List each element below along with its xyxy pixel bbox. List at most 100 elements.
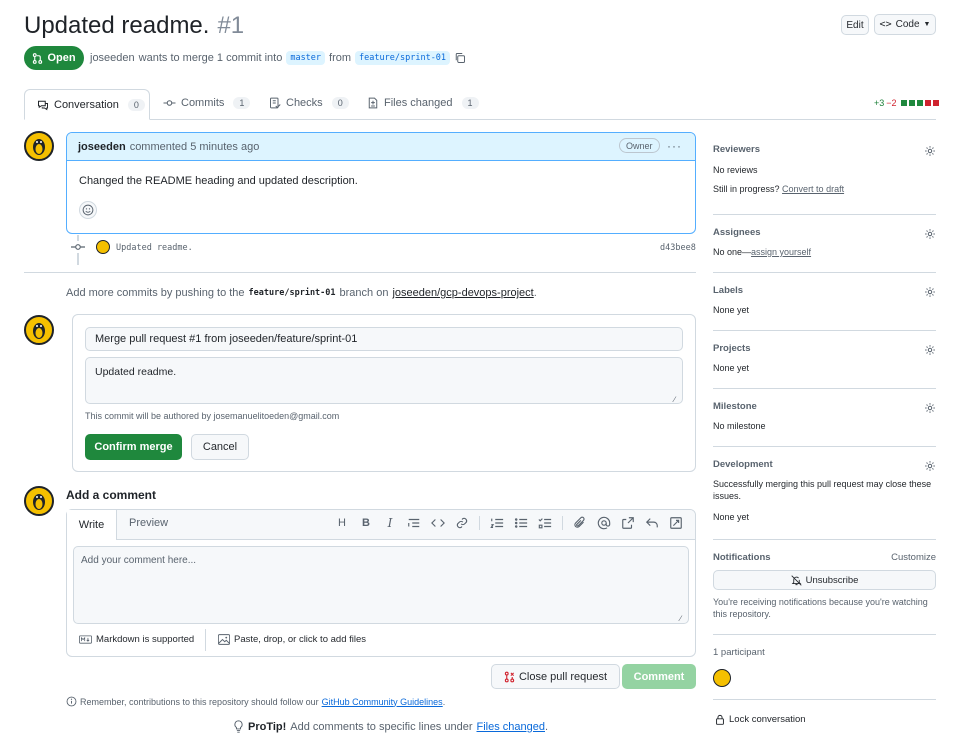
link-icon[interactable] (455, 516, 469, 530)
pr-from-text: from (329, 52, 352, 64)
protip-suffix: . (545, 720, 549, 733)
conversation-icon (38, 100, 48, 110)
pr-author-link[interactable]: joseeden (90, 52, 135, 64)
commit-icon (163, 100, 176, 106)
commit-avatar[interactable] (96, 240, 110, 254)
tab-files-changed[interactable]: Files changed 1 (367, 97, 479, 109)
resize-handle-icon[interactable]: ∕ (680, 614, 681, 623)
guidelines-link[interactable]: GitHub Community Guidelines (322, 697, 443, 707)
copy-icon[interactable] (454, 52, 466, 64)
avatar[interactable] (24, 315, 54, 345)
merge-title-input[interactable]: Merge pull request #1 from joseeden/feat… (85, 327, 683, 351)
pr-merge-text: wants to merge 1 commit into (138, 52, 283, 64)
pr-number: #1 (217, 12, 245, 39)
base-branch[interactable]: master (286, 51, 326, 65)
guidelines-note: Remember, contributions to this reposito… (66, 696, 445, 707)
comment-author[interactable]: joseeden (78, 141, 126, 153)
tab-conversation[interactable]: Conversation 0 (24, 89, 150, 120)
comment-button-label: Comment (633, 670, 685, 683)
markdown-note[interactable]: Markdown is supported (79, 634, 194, 645)
reviewers-title[interactable]: Reviewers (713, 144, 936, 155)
unsubscribe-button[interactable]: Unsubscribe (713, 570, 936, 590)
code-icon[interactable] (431, 516, 445, 530)
milestone-title[interactable]: Milestone (713, 401, 936, 412)
development-text: Successfully merging this pull request m… (713, 479, 932, 501)
task-list-icon[interactable] (538, 516, 552, 530)
add-reaction-button[interactable] (79, 201, 97, 219)
commit-sha[interactable]: d43bee8 (660, 243, 696, 253)
italic-icon[interactable]: I (383, 516, 397, 530)
lock-conversation[interactable]: Lock conversation (715, 714, 806, 725)
unordered-list-icon[interactable] (514, 516, 528, 530)
resize-handle-icon[interactable]: ∕ (674, 395, 675, 404)
gear-icon[interactable] (924, 286, 936, 298)
unsubscribe-label: Unsubscribe (805, 574, 859, 586)
head-branch[interactable]: feature/sprint-01 (355, 51, 451, 65)
commit-message[interactable]: Updated readme. (116, 243, 193, 253)
mention-icon[interactable] (597, 516, 611, 530)
timeline-divider (24, 272, 696, 273)
participants-title: 1 participant (713, 647, 765, 658)
comment-button[interactable]: Comment (622, 664, 696, 689)
guidelines-suffix: . (442, 696, 446, 707)
development-title[interactable]: Development (713, 459, 936, 470)
push-hint: Add more commits by pushing to the featu… (66, 287, 537, 299)
tux-icon (33, 494, 45, 510)
diffstat: +3 −2 (874, 98, 939, 108)
cancel-button-label: Cancel (202, 441, 238, 453)
gear-icon[interactable] (924, 145, 936, 157)
fullscreen-icon[interactable] (669, 516, 683, 530)
confirm-merge-button[interactable]: Confirm merge (85, 434, 182, 460)
tab-preview[interactable]: Preview (129, 517, 168, 529)
diffstat-deletions: −2 (886, 98, 897, 108)
participant-avatar[interactable] (713, 669, 731, 687)
convert-to-draft-link[interactable]: Convert to draft (782, 184, 844, 194)
comment-timestamp[interactable]: commented 5 minutes ago (130, 141, 260, 153)
assign-yourself-link[interactable]: assign yourself (751, 247, 811, 257)
gear-icon[interactable] (924, 228, 936, 240)
avatar[interactable] (24, 486, 54, 516)
heading-icon[interactable]: H (335, 517, 349, 529)
cross-reference-icon[interactable] (621, 516, 635, 530)
milestone-value: No milestone (713, 421, 766, 431)
tab-checks[interactable]: Checks 0 (269, 97, 349, 109)
paperclip-icon[interactable] (573, 516, 587, 530)
sidebar-labels: Labels None yet (713, 285, 936, 331)
tab-checks-count: 0 (331, 97, 349, 109)
kebab-menu-icon[interactable]: ··· (667, 139, 682, 153)
owner-badge: Owner (619, 138, 660, 153)
edit-button[interactable]: Edit (841, 15, 869, 35)
close-pull-request-button[interactable]: Close pull request (491, 664, 620, 689)
gear-icon[interactable] (924, 460, 936, 472)
customize-link[interactable]: Customize (891, 552, 936, 563)
commit-icon (71, 244, 85, 250)
bold-icon[interactable]: B (359, 517, 373, 529)
numbered-list-icon[interactable] (490, 516, 504, 530)
commit-node (70, 241, 86, 253)
tab-commits[interactable]: Commits 1 (163, 97, 251, 109)
quote-icon[interactable] (407, 516, 421, 530)
tabs-divider (24, 119, 936, 120)
push-hint-repo-link[interactable]: joseeden/gcp-devops-project (392, 287, 533, 299)
avatar[interactable] (24, 131, 54, 161)
push-hint-branch: feature/sprint-01 (248, 288, 336, 298)
gear-icon[interactable] (924, 402, 936, 414)
projects-title[interactable]: Projects (713, 343, 936, 354)
cancel-button[interactable]: Cancel (191, 434, 249, 460)
merge-body-textarea[interactable]: Updated readme. (85, 357, 683, 404)
attach-files[interactable]: Paste, drop, or click to add files (218, 634, 366, 645)
edit-button-label: Edit (846, 19, 864, 31)
assignees-title[interactable]: Assignees (713, 227, 936, 238)
labels-value: None yet (713, 305, 750, 315)
diffstat-block (932, 100, 939, 106)
tab-write[interactable]: Write (67, 510, 117, 540)
reply-icon[interactable] (645, 516, 659, 530)
gear-icon[interactable] (924, 344, 936, 356)
code-button[interactable]: <> Code ▼ (874, 14, 936, 35)
protip-files-link[interactable]: Files changed (477, 721, 546, 733)
sidebar-projects: Projects None yet (713, 343, 936, 389)
comment-textarea[interactable]: Add your comment here... (73, 546, 689, 624)
pull-request-closed-icon (504, 671, 515, 682)
labels-title[interactable]: Labels (713, 285, 936, 296)
code-icon: <> (879, 19, 892, 30)
